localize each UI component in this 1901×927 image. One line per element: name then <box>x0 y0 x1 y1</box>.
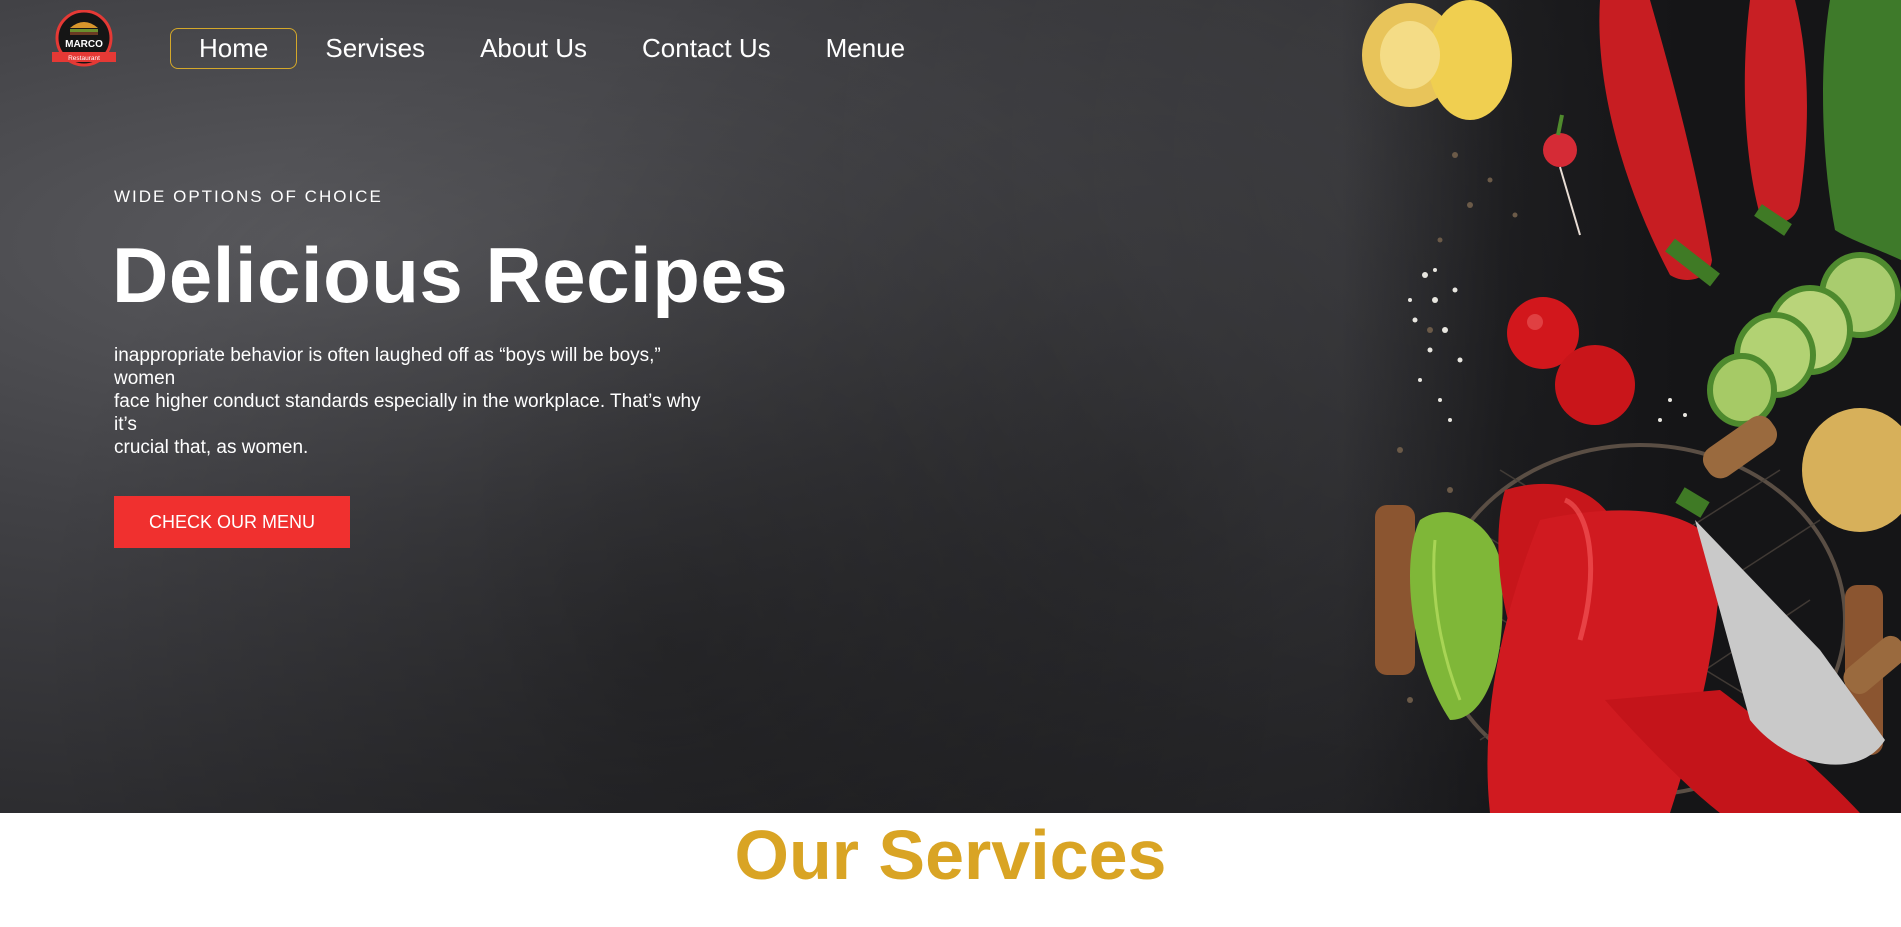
nav-menue[interactable]: Menue <box>826 29 906 68</box>
nav-about-us[interactable]: About Us <box>480 29 587 68</box>
vegetables-illustration <box>1362 0 1901 813</box>
main-nav: Home Servises About Us Contact Us Menue <box>170 28 960 69</box>
hero-title: Delicious Recipes <box>112 231 789 319</box>
hero-description-line: inappropriate behavior is often laughed … <box>114 345 661 366</box>
hero-description-line: women <box>114 368 176 389</box>
hero-section: MARCO Restaurant Home Servises About Us … <box>0 0 1901 813</box>
nav-home[interactable]: Home <box>170 28 298 69</box>
hero-description-line: crucial that, as women. <box>114 437 309 458</box>
hero-description: inappropriate behavior is often laughed … <box>114 344 754 459</box>
hero-eyebrow: WIDE OPTIONS OF CHOICE <box>114 187 383 206</box>
logo-subtitle: Restaurant <box>68 55 100 62</box>
services-heading: Our Services <box>734 816 1167 894</box>
hero-description-line: face higher conduct standards especially… <box>114 391 701 412</box>
check-menu-button[interactable]: CHECK OUR MENU <box>114 496 350 548</box>
nav-contact-us[interactable]: Contact Us <box>642 29 771 68</box>
hero-description-line: it’s <box>114 414 137 435</box>
restaurant-logo[interactable]: MARCO Restaurant <box>48 10 120 72</box>
logo-name: MARCO <box>65 39 103 50</box>
nav-servises[interactable]: Servises <box>325 29 425 68</box>
